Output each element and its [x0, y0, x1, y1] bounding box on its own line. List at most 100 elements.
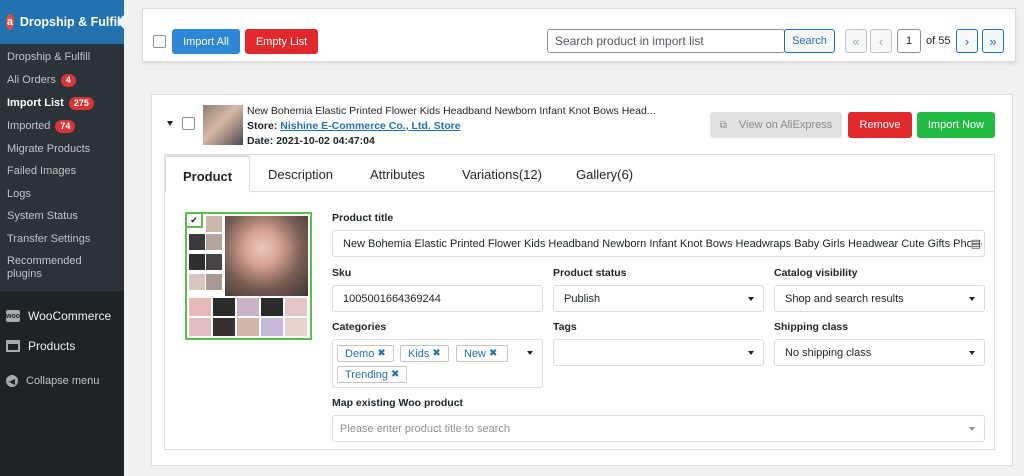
product-image-gallery[interactable]: ✔ — [185, 212, 312, 340]
tab-gallery[interactable]: Gallery(6) — [576, 167, 633, 182]
collapse-toggle-icon[interactable] — [167, 121, 173, 126]
admin-sidebar: a Dropship & Fulfill Dropship & Fulfill … — [0, 0, 125, 476]
gallery-thumb[interactable] — [261, 298, 283, 316]
gallery-thumb[interactable] — [189, 318, 211, 336]
chevron-down-icon — [748, 297, 754, 301]
remove-chip-icon[interactable]: ✖ — [489, 348, 497, 359]
plugin-menu-header[interactable]: a Dropship & Fulfill — [0, 0, 125, 44]
view-on-aliexpress-button[interactable]: ⧉ View on AliExpress — [710, 112, 842, 138]
plugin-menu-title: Dropship & Fulfill — [19, 15, 124, 29]
product-select-checkbox[interactable] — [182, 117, 195, 130]
submenu-item-ali-orders[interactable]: Ali Orders 4 — [0, 69, 124, 92]
product-title-input[interactable]: New Bohemia Elastic Printed Flower Kids … — [332, 230, 985, 257]
view-on-aliexpress-label: View on AliExpress — [738, 119, 833, 131]
date-value: 2021-10-02 04:47:04 — [276, 135, 375, 147]
gallery-thumb[interactable] — [261, 318, 283, 336]
product-status-label: Product status — [553, 267, 627, 279]
store-link[interactable]: Nishine E-Commerce Co., Ltd. Store — [280, 120, 460, 132]
total-pages-label: of 55 — [926, 35, 951, 47]
tab-description[interactable]: Description — [268, 167, 333, 182]
main-product-image[interactable] — [225, 216, 308, 296]
product-thumbnail — [203, 105, 243, 145]
gallery-thumb[interactable] — [189, 234, 205, 250]
woocommerce-icon: woo — [6, 310, 20, 322]
gallery-thumb[interactable] — [206, 254, 222, 270]
chevron-down-icon — [969, 427, 975, 431]
product-status-value: Publish — [564, 292, 601, 305]
gallery-thumb[interactable] — [237, 318, 259, 336]
external-link-icon: ⧉ — [719, 119, 727, 131]
next-page-button[interactable]: › — [956, 29, 978, 53]
sku-input[interactable]: 1005001664369244 — [332, 285, 543, 312]
tab-attributes[interactable]: Attributes — [370, 167, 425, 182]
product-tabs-panel: Product Description Attributes Variation… — [164, 154, 995, 450]
text-options-icon[interactable]: ▤ — [970, 237, 981, 250]
collapse-menu-button[interactable]: ◀ Collapse menu — [0, 367, 124, 395]
menu-item-products[interactable]: Products — [0, 331, 124, 361]
categories-multiselect[interactable]: Demo ✖ Kids ✖ New ✖ Trending ✖ — [332, 339, 543, 388]
gallery-thumb[interactable] — [189, 298, 211, 316]
catalog-visibility-select[interactable]: Shop and search results — [774, 285, 985, 312]
category-chip-trending: Trending ✖ — [337, 366, 408, 383]
category-chip-kids: Kids ✖ — [400, 345, 449, 362]
submenu-item-label: Transfer Settings — [7, 232, 91, 245]
tab-product[interactable]: Product — [165, 155, 251, 193]
categories-label: Categories — [332, 321, 387, 333]
collapse-arrow-icon: ◀ — [6, 375, 18, 387]
gallery-thumb[interactable] — [285, 298, 307, 316]
submenu-item-failed-images[interactable]: Failed Images — [0, 160, 124, 183]
import-now-button[interactable]: Import Now — [917, 112, 995, 138]
gallery-thumb[interactable] — [206, 216, 222, 232]
search-button[interactable]: Search — [784, 29, 835, 53]
catalog-visibility-value: Shop and search results — [785, 292, 904, 305]
current-page-input[interactable]: 1 — [897, 29, 921, 53]
submenu-item-label: System Status — [7, 210, 78, 222]
gallery-thumb[interactable] — [206, 274, 222, 290]
map-woo-product-select[interactable]: Please enter product title to search — [332, 415, 985, 442]
product-title-value: New Bohemia Elastic Printed Flower Kids … — [343, 237, 985, 250]
tab-variations[interactable]: Variations(12) — [462, 167, 542, 182]
import-list-toolbar: Import All Empty List Search product in … — [142, 8, 1016, 62]
product-date: Date: 2021-10-02 04:47:04 — [247, 135, 375, 147]
remove-button[interactable]: Remove — [848, 112, 912, 138]
sku-label: Sku — [332, 267, 352, 279]
remove-chip-icon[interactable]: ✖ — [391, 369, 399, 380]
submenu-item-imported[interactable]: Imported 74 — [0, 115, 124, 138]
submenu-item-system-status[interactable]: System Status — [0, 205, 124, 228]
import-all-button[interactable]: Import All — [172, 29, 240, 54]
gallery-thumb[interactable] — [189, 274, 205, 290]
gallery-thumb[interactable] — [213, 298, 235, 316]
product-status-select[interactable]: Publish — [553, 285, 764, 312]
gallery-thumb[interactable] — [189, 254, 205, 270]
chevron-down-icon — [969, 297, 975, 301]
tags-select[interactable] — [553, 339, 764, 366]
last-page-button[interactable]: » — [982, 29, 1004, 53]
remove-chip-icon[interactable]: ✖ — [377, 348, 385, 359]
gallery-thumb[interactable] — [285, 318, 307, 336]
plugin-logo-icon: a — [6, 14, 14, 30]
selected-check-icon: ✔ — [187, 214, 203, 228]
first-page-button[interactable]: « — [845, 29, 867, 53]
submenu-item-import-list[interactable]: Import List 275 — [0, 92, 124, 115]
empty-list-button[interactable]: Empty List — [245, 29, 318, 54]
menu-item-woocommerce[interactable]: woo WooCommerce — [0, 301, 124, 331]
tags-label: Tags — [553, 321, 577, 333]
prev-page-button[interactable]: ‹ — [870, 29, 892, 53]
store-label: Store: — [247, 120, 278, 132]
submenu-item-recommended-plugins[interactable]: Recommended plugins — [0, 250, 124, 285]
submenu-item-logs[interactable]: Logs — [0, 183, 124, 206]
select-all-checkbox[interactable] — [153, 35, 166, 48]
shipping-class-select[interactable]: No shipping class — [774, 339, 985, 366]
catalog-visibility-label: Catalog visibility — [774, 267, 858, 279]
search-input[interactable]: Search product in import list — [547, 29, 785, 53]
plugin-submenu: Dropship & Fulfill Ali Orders 4 Import Li… — [0, 44, 124, 291]
gallery-thumb[interactable] — [206, 234, 222, 250]
submenu-item-label: Import List — [7, 96, 64, 109]
submenu-item-migrate-products[interactable]: Migrate Products — [0, 138, 124, 161]
submenu-item-dropship[interactable]: Dropship & Fulfill — [0, 46, 124, 69]
remove-chip-icon[interactable]: ✖ — [432, 348, 440, 359]
submenu-item-label: Recommended plugins — [7, 255, 82, 280]
gallery-thumb[interactable] — [237, 298, 259, 316]
gallery-thumb[interactable] — [213, 318, 235, 336]
submenu-item-transfer-settings[interactable]: Transfer Settings — [0, 228, 124, 251]
